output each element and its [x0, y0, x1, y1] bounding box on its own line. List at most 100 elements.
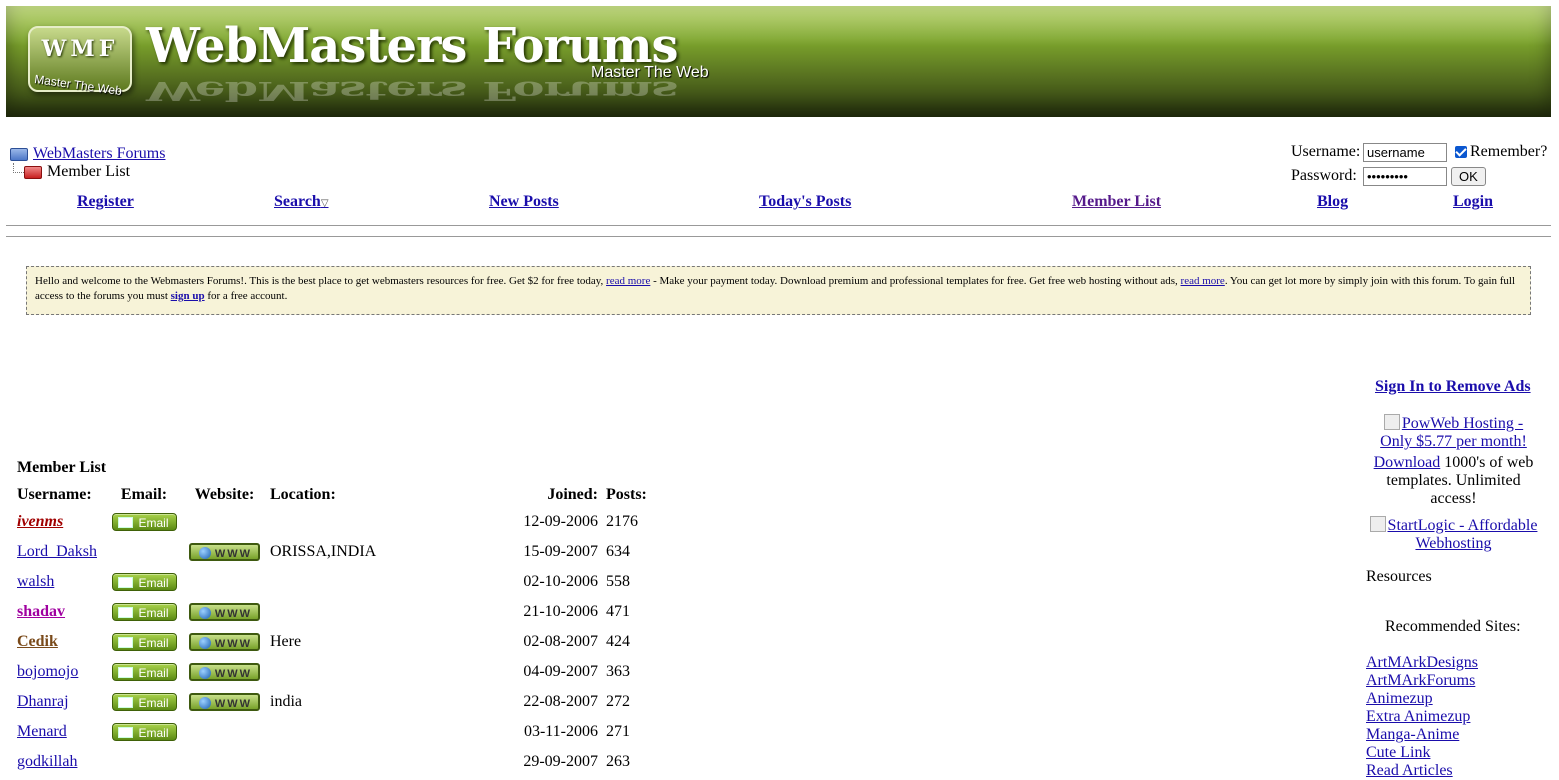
website-button[interactable]: WWW	[189, 662, 260, 681]
col-joined: Joined:	[547, 486, 598, 503]
username-input[interactable]	[1363, 142, 1447, 162]
member-posts: 471	[606, 603, 630, 620]
logo-text: WMF	[41, 36, 119, 62]
nav-bar: Register Search▽ New Posts Today's Posts…	[6, 193, 1551, 213]
member-joined: 02-08-2007	[523, 633, 598, 650]
member-username-link[interactable]: walsh	[17, 573, 54, 590]
member-location: ORISSA,INDIA	[270, 543, 377, 560]
col-posts: Posts:	[606, 486, 647, 503]
table-row: Menard Email 03-11-2006 271	[13, 717, 660, 747]
download-link[interactable]: Download	[1374, 454, 1441, 471]
read-more-link[interactable]: read more	[606, 275, 650, 287]
member-username-link[interactable]: Cedik	[17, 633, 58, 650]
breadcrumb-current: Member List	[47, 163, 131, 180]
ad-powweb[interactable]: PowWeb Hosting - Only $5.77 per month!	[1366, 414, 1541, 451]
breadcrumb-root-link[interactable]: WebMasters Forums	[33, 145, 165, 163]
website-button[interactable]: WWW	[189, 632, 260, 651]
remember-checkbox[interactable]	[1455, 146, 1467, 158]
email-button-label: Email	[138, 515, 169, 530]
member-location	[266, 717, 514, 747]
member-list-body: ivenms Email 12-09-2006 2176 Lord_Daksh WWW OR…	[13, 507, 660, 777]
nav-search[interactable]: Search▽	[274, 193, 329, 211]
email-button-label: Email	[138, 725, 169, 740]
member-posts: 2176	[606, 513, 638, 530]
envelope-icon	[117, 726, 133, 738]
login-form: Username: Remember? Password: OK	[1291, 140, 1547, 188]
website-button-label: WWW	[214, 547, 253, 560]
nav-member-list[interactable]: Member List	[1072, 193, 1161, 211]
globe-icon	[198, 546, 211, 559]
website-button[interactable]: WWW	[189, 602, 260, 621]
member-joined: 21-10-2006	[523, 603, 598, 620]
website-button-label: WWW	[214, 607, 253, 620]
divider	[6, 225, 1551, 226]
member-username-link[interactable]: bojomojo	[17, 663, 78, 680]
recommended-links: ArtMArkDesigns ArtMArkForums Animezup Extra…	[1366, 654, 1478, 780]
member-username-link[interactable]: godkillah	[17, 753, 77, 770]
email-button-label: Email	[138, 575, 169, 590]
nav-todays-posts[interactable]: Today's Posts	[759, 193, 851, 211]
envelope-icon	[117, 696, 133, 708]
col-username: Username:	[17, 486, 92, 503]
recommended-site-link[interactable]: ArtMArkDesigns	[1366, 654, 1478, 672]
recommended-site-link[interactable]: Extra Animezup	[1366, 708, 1478, 726]
member-username-link[interactable]: shadav	[17, 603, 65, 620]
welcome-text: for a free account.	[204, 290, 288, 302]
website-button[interactable]: WWW	[189, 692, 260, 711]
member-location	[266, 597, 514, 627]
read-more-link[interactable]: read more	[1181, 275, 1225, 287]
folder-icon	[10, 147, 28, 161]
email-button[interactable]: Email	[111, 632, 177, 651]
ad-startlogic[interactable]: StartLogic - Affordable Webhosting	[1366, 516, 1541, 553]
nav-blog[interactable]: Blog	[1317, 193, 1348, 211]
email-button-label: Email	[138, 635, 169, 650]
resources-heading: Resources	[1366, 568, 1432, 585]
site-tagline: Master The Web	[591, 64, 709, 81]
ad-powweb-link[interactable]: PowWeb Hosting - Only $5.77 per month!	[1380, 415, 1527, 450]
email-button[interactable]: Email	[111, 602, 177, 621]
welcome-text: - Make your payment today. Download prem…	[650, 275, 1181, 287]
ad-startlogic-link[interactable]: StartLogic - Affordable Webhosting	[1388, 517, 1538, 552]
email-button[interactable]: Email	[111, 722, 177, 741]
welcome-notice: Hello and welcome to the Webmasters Foru…	[26, 266, 1531, 315]
email-button-label: Email	[138, 665, 169, 680]
recommended-site-link[interactable]: Animezup	[1366, 690, 1478, 708]
table-row: Dhanraj Email WWW india 22-08-2007 272	[13, 687, 660, 717]
sign-in-remove-ads-link[interactable]: Sign In to Remove Ads	[1375, 378, 1531, 396]
nav-login[interactable]: Login	[1453, 193, 1493, 211]
website-button[interactable]: WWW	[189, 542, 260, 561]
member-list-table: Username: Email: Website: Location: Join…	[13, 483, 660, 777]
email-button[interactable]: Email	[111, 662, 177, 681]
recommended-site-link[interactable]: Read Articles	[1366, 762, 1478, 780]
email-button[interactable]: Email	[111, 572, 177, 591]
tree-connector	[13, 163, 24, 173]
website-button-label: WWW	[214, 697, 253, 710]
table-row: Cedik Email WWW Here 02-08-2007 424	[13, 627, 660, 657]
member-username-link[interactable]: ivenms	[17, 513, 63, 530]
recommended-site-link[interactable]: Manga-Anime	[1366, 726, 1478, 744]
website-button-label: WWW	[214, 667, 253, 680]
envelope-icon	[117, 666, 133, 678]
member-posts: 363	[606, 663, 630, 680]
website-button-label: WWW	[214, 637, 253, 650]
member-username-link[interactable]: Lord_Daksh	[17, 543, 97, 560]
nav-register[interactable]: Register	[77, 193, 134, 211]
divider	[6, 236, 1551, 237]
nav-new-posts[interactable]: New Posts	[489, 193, 559, 211]
member-location	[266, 657, 514, 687]
recommended-site-link[interactable]: ArtMArkForums	[1366, 672, 1478, 690]
globe-icon	[198, 666, 211, 679]
password-input[interactable]	[1363, 166, 1447, 186]
member-username-link[interactable]: Dhanraj	[17, 693, 69, 710]
recommended-site-link[interactable]: Cute Link	[1366, 744, 1478, 762]
email-button[interactable]: Email	[111, 512, 177, 531]
member-joined: 03-11-2006	[523, 723, 598, 740]
member-username-link[interactable]: Menard	[17, 723, 67, 740]
sign-up-link[interactable]: sign up	[171, 290, 205, 302]
table-row: walsh Email 02-10-2006 558	[13, 567, 660, 597]
email-button[interactable]: Email	[111, 692, 177, 711]
email-button-label: Email	[138, 695, 169, 710]
login-ok-button[interactable]: OK	[1451, 166, 1486, 186]
table-row: shadav Email WWW 21-10-2006 471	[13, 597, 660, 627]
member-location: india	[270, 693, 302, 710]
